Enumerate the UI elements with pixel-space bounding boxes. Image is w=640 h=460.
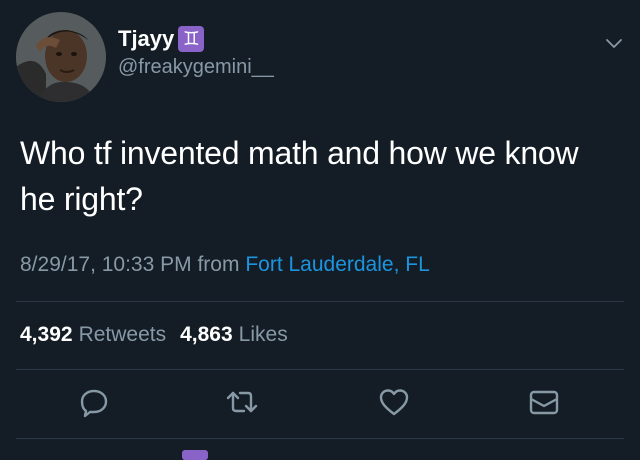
divider <box>16 438 624 439</box>
reply-icon <box>80 389 108 418</box>
likes-label[interactable]: Likes <box>239 322 288 348</box>
tweet-text-line-1: Who tf invented math and how we know <box>20 135 579 171</box>
tweet-card: Tjayy ♊ @freakygemini__ Who tf invented … <box>0 0 640 460</box>
next-tweet-badge-icon <box>182 450 208 460</box>
tweet-stats: 4,392 Retweets 4,863 Likes <box>20 322 302 348</box>
retweets-label[interactable]: Retweets <box>79 322 167 348</box>
action-bar <box>0 384 640 424</box>
likes-count[interactable]: 4,863 <box>180 322 233 348</box>
user-names: Tjayy ♊ @freakygemini__ <box>118 26 274 80</box>
reply-button[interactable] <box>76 384 112 420</box>
timestamp[interactable]: 8/29/17, 10:33 PM <box>20 253 192 276</box>
like-button[interactable] <box>376 384 412 420</box>
divider <box>16 301 624 302</box>
divider <box>16 369 624 370</box>
retweet-icon <box>226 391 258 413</box>
tweet-text-line-2: he right? <box>20 181 143 217</box>
tweet-text: Who tf invented math and how we know he … <box>20 130 620 222</box>
avatar[interactable] <box>16 12 106 102</box>
direct-message-button[interactable] <box>526 384 562 420</box>
display-name[interactable]: Tjayy <box>118 26 174 52</box>
envelope-icon <box>529 390 559 415</box>
retweet-button[interactable] <box>224 384 260 420</box>
heart-icon <box>379 389 409 416</box>
tweet-header: Tjayy ♊ @freakygemini__ <box>16 12 624 104</box>
gemini-badge-icon: ♊ <box>178 26 205 52</box>
chevron-down-icon[interactable] <box>604 34 624 54</box>
from-label: from <box>197 253 240 276</box>
tweet-meta: 8/29/17, 10:33 PM from Fort Lauderdale, … <box>20 252 430 278</box>
retweets-count[interactable]: 4,392 <box>20 322 73 348</box>
avatar-image <box>16 12 106 102</box>
user-handle[interactable]: @freakygemini__ <box>118 54 274 80</box>
location-link[interactable]: Fort Lauderdale, FL <box>245 253 429 276</box>
display-name-row[interactable]: Tjayy ♊ <box>118 26 274 52</box>
